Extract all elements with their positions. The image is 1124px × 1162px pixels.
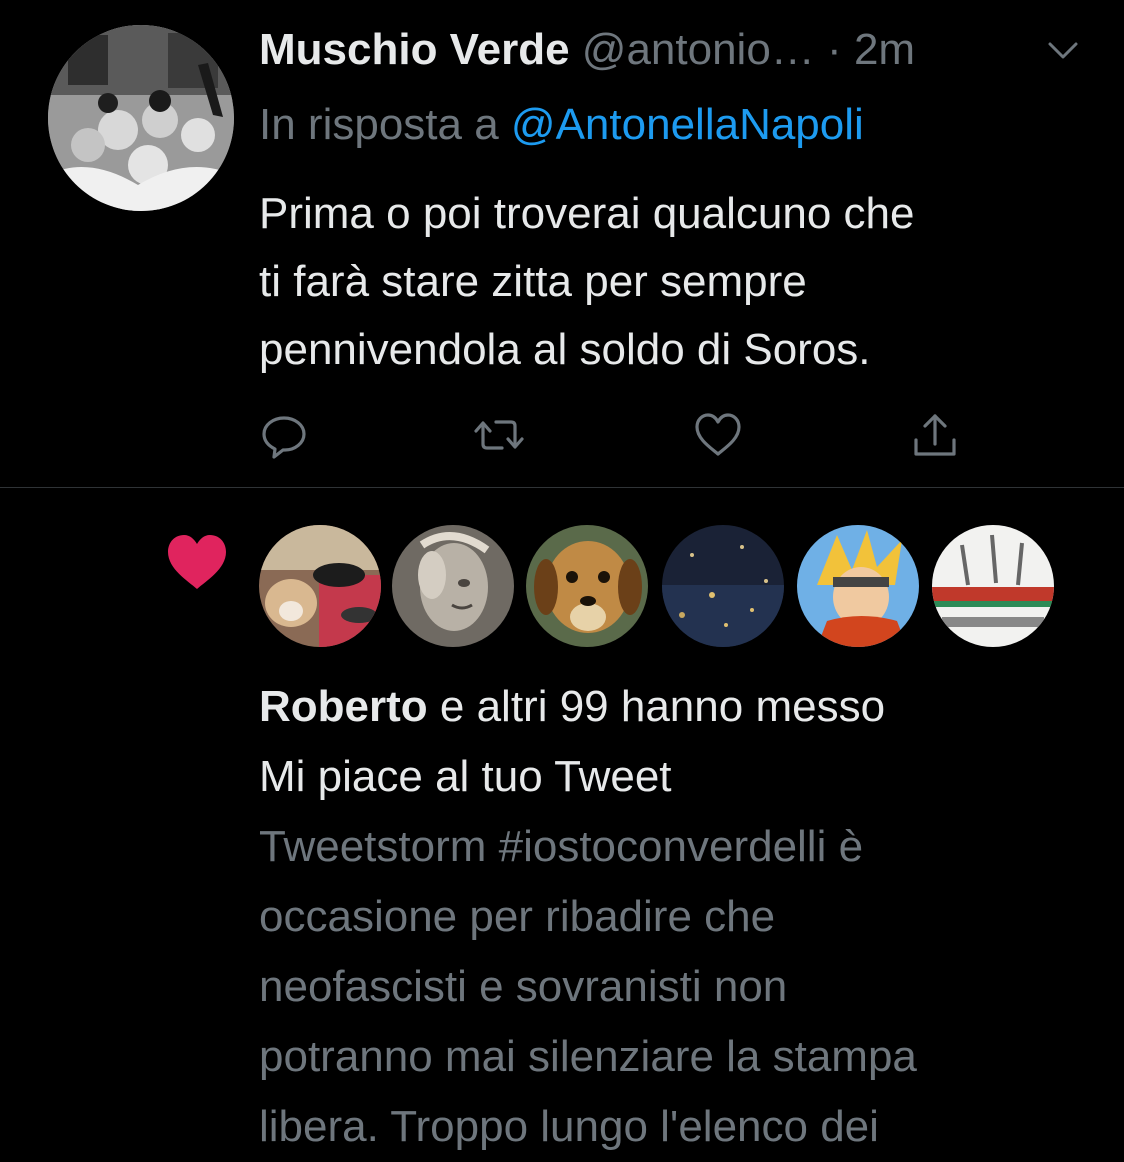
tweet-text-line: ti farà stare zitta per sempre — [259, 257, 807, 306]
reply-mention-link[interactable]: @AntonellaNapoli — [511, 100, 864, 149]
liker-avatar[interactable] — [932, 525, 1054, 647]
liker-avatar[interactable] — [259, 525, 381, 647]
liker-avatar[interactable] — [662, 525, 784, 647]
heart-icon — [168, 535, 226, 589]
tweet-text-line: pennivendola al soldo di Soros. — [259, 325, 871, 374]
notification-line: Mi piace al tuo Tweet — [259, 752, 672, 801]
chevron-down-icon[interactable] — [1046, 38, 1080, 62]
author-name[interactable]: Muschio Verde — [259, 25, 570, 74]
reply-tweet[interactable]: Muschio Verde @antonio… · 2m In risposta… — [0, 0, 1124, 487]
author-avatar[interactable] — [48, 25, 234, 211]
tweet-time: 2m — [853, 25, 916, 74]
author-handle[interactable]: @antonio… — [582, 25, 815, 74]
notification-rest: e altri 99 hanno messo — [427, 682, 886, 731]
liker-avatar[interactable] — [392, 525, 514, 647]
liker-avatar[interactable] — [797, 525, 919, 647]
share-icon[interactable] — [910, 410, 960, 460]
reply-icon[interactable] — [259, 410, 309, 460]
reply-context: In risposta a @AntonellaNapoli — [259, 97, 864, 153]
tweet-header: Muschio Verde @antonio… · 2m — [259, 22, 1099, 78]
quoted-line: libera. Troppo lungo l'elenco dei — [259, 1102, 879, 1151]
divider — [0, 487, 1124, 488]
retweet-icon[interactable] — [474, 410, 524, 460]
notification-line: Roberto e altri 99 hanno messo — [259, 672, 1099, 742]
tweet-text-line: Prima o poi troverai qualcuno che — [259, 189, 915, 238]
like-notification-text[interactable]: Roberto e altri 99 hanno messo Mi piace … — [259, 672, 1099, 812]
liker-avatar[interactable] — [526, 525, 648, 647]
actor-name[interactable]: Roberto — [259, 682, 428, 731]
quoted-line: neofascisti e sovranisti non — [259, 962, 788, 1011]
quoted-line: Tweetstorm #iostoconverdelli è — [259, 822, 864, 871]
reply-prefix: In risposta a — [259, 100, 499, 149]
tweet-text: Prima o poi troverai qualcuno che ti far… — [259, 180, 1099, 384]
quoted-line: occasione per ribadire che — [259, 892, 776, 941]
meta-separator: · — [827, 25, 842, 74]
like-icon[interactable] — [693, 410, 743, 460]
liked-tweet-text[interactable]: Tweetstorm #iostoconverdelli è occasione… — [259, 812, 1099, 1162]
quoted-line: potranno mai silenziare la stampa — [259, 1032, 917, 1081]
